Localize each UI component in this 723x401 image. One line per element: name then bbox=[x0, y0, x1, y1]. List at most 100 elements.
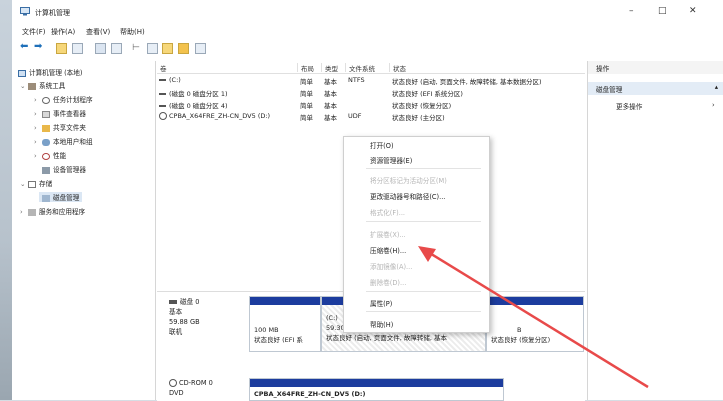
context-separator bbox=[366, 311, 481, 312]
desktop-background bbox=[0, 0, 12, 400]
computer-management-icon bbox=[20, 7, 30, 16]
column-layout[interactable]: 布局 bbox=[297, 63, 314, 73]
tree-item-system-tools[interactable]: ⌄ 系统工具 bbox=[20, 80, 65, 90]
tree-item-storage[interactable]: ⌄ 存储 bbox=[20, 178, 52, 188]
storage-icon bbox=[28, 180, 36, 188]
users-icon bbox=[42, 138, 50, 146]
refresh-icon[interactable] bbox=[147, 43, 158, 54]
context-change-drive-letter[interactable]: 更改驱动器号和路径(C)... bbox=[370, 191, 445, 201]
actions-header: 操作 bbox=[588, 61, 723, 74]
connect-icon[interactable]: ⊢ bbox=[132, 43, 143, 54]
column-status[interactable]: 状态 bbox=[389, 63, 406, 73]
volume-row[interactable]: (磁盘 0 磁盘分区 1) 简单 基本 状态良好 (EFI 系统分区) bbox=[157, 87, 585, 98]
tools-icon bbox=[28, 82, 36, 90]
context-separator bbox=[366, 221, 481, 222]
show-hide-tree-icon[interactable] bbox=[72, 43, 83, 54]
disk0-label[interactable]: 磁盘 0 基本 59.88 GB 联机 bbox=[169, 297, 200, 337]
context-separator bbox=[366, 291, 481, 292]
volume-layout: 简单 bbox=[300, 114, 313, 122]
title-bar: 计算机管理 – □ ✕ bbox=[12, 0, 723, 24]
menu-file[interactable]: 文件(F) bbox=[22, 27, 46, 37]
volume-icon bbox=[159, 105, 166, 107]
performance-icon bbox=[42, 152, 50, 160]
tree-item-root[interactable]: 计算机管理 (本地) bbox=[18, 67, 82, 77]
volume-status: 状态良好 (主分区) bbox=[392, 114, 445, 122]
maximize-button[interactable]: □ bbox=[658, 6, 667, 16]
chevron-right-icon: › bbox=[20, 208, 23, 216]
export-list-icon[interactable] bbox=[195, 43, 206, 54]
context-shrink-volume[interactable]: 压缩卷(H)... bbox=[370, 245, 406, 255]
tree-item-device-manager[interactable]: 设备管理器 bbox=[42, 164, 86, 174]
chevron-down-icon: ⌄ bbox=[20, 180, 26, 188]
volume-row[interactable]: (C:) 简单 基本 NTFS 状态良好 (启动, 页面文件, 故障转储, 基本… bbox=[157, 75, 585, 86]
disk-icon bbox=[169, 300, 177, 304]
cdrom0-label[interactable]: CD-ROM 0 DVD bbox=[169, 378, 213, 398]
search-folder-icon[interactable] bbox=[178, 43, 189, 54]
tree-item-task-scheduler[interactable]: › 任务计划程序 bbox=[34, 94, 93, 104]
chevron-right-icon: › bbox=[712, 101, 715, 109]
volume-type: 基本 bbox=[324, 90, 337, 98]
context-extend-volume: 扩展卷(X)... bbox=[370, 231, 406, 239]
forward-arrow-icon[interactable]: ➡ bbox=[34, 41, 46, 52]
open-folder-icon[interactable] bbox=[162, 43, 173, 54]
volume-status: 状态良好 (EFI 系统分区) bbox=[392, 90, 463, 98]
actions-pane: 操作 磁盘管理 ▴ 更多操作 › bbox=[587, 61, 723, 400]
partition-recovery[interactable]: B 状态良好 (恢复分区) bbox=[486, 296, 584, 352]
tree-item-disk-management[interactable]: 磁盘管理 bbox=[39, 192, 83, 202]
more-actions-link[interactable]: 更多操作 › bbox=[616, 101, 715, 111]
back-arrow-icon[interactable]: ⬅ bbox=[20, 41, 32, 52]
volume-name: CPBA_X64FRE_ZH-CN_DV5 (D:) bbox=[159, 112, 297, 120]
tree-item-local-users[interactable]: › 本地用户和组 bbox=[34, 136, 93, 146]
folder-up-icon[interactable] bbox=[56, 43, 67, 54]
window-title: 计算机管理 bbox=[35, 9, 70, 17]
volume-fs: NTFS bbox=[348, 76, 365, 84]
context-explore[interactable]: 资源管理器(E) bbox=[370, 155, 412, 165]
volume-status: 状态良好 (启动, 页面文件, 故障转储, 基本数据分区) bbox=[392, 78, 542, 86]
shared-folder-icon bbox=[42, 124, 50, 132]
context-delete-volume: 删除卷(D)... bbox=[370, 279, 407, 287]
volume-type: 基本 bbox=[324, 78, 337, 86]
chevron-down-icon: ⌄ bbox=[20, 82, 26, 90]
cd-drive-icon bbox=[169, 379, 177, 387]
volume-type: 基本 bbox=[324, 114, 337, 122]
event-viewer-icon bbox=[42, 110, 50, 118]
context-format: 格式化(F)... bbox=[370, 209, 406, 217]
volume-status: 状态良好 (恢复分区) bbox=[392, 102, 452, 110]
toolbar: ⬅ ➡ ⊢ bbox=[12, 40, 723, 58]
volume-row[interactable]: (磁盘 0 磁盘分区 4) 简单 基本 状态良好 (恢复分区) bbox=[157, 99, 585, 110]
partition-efi[interactable]: 100 MB 状态良好 (EFI 系 bbox=[249, 296, 321, 352]
column-filesystem[interactable]: 文件系统 bbox=[345, 63, 375, 73]
chevron-right-icon: › bbox=[34, 124, 37, 132]
tree-item-performance[interactable]: › 性能 bbox=[34, 150, 66, 160]
volume-layout: 简单 bbox=[300, 102, 313, 110]
device-manager-icon bbox=[42, 166, 50, 174]
computer-icon bbox=[18, 69, 26, 77]
menu-action[interactable]: 操作(A) bbox=[51, 27, 75, 37]
properties-icon[interactable] bbox=[95, 43, 106, 54]
menu-help[interactable]: 帮助(H) bbox=[120, 27, 145, 37]
close-button[interactable]: ✕ bbox=[689, 6, 697, 16]
menu-view[interactable]: 查看(V) bbox=[86, 27, 110, 37]
volume-layout: 简单 bbox=[300, 78, 313, 86]
volume-layout: 简单 bbox=[300, 90, 313, 98]
minimize-button[interactable]: – bbox=[629, 6, 634, 16]
tree-item-event-viewer[interactable]: › 事件查看器 bbox=[34, 108, 86, 118]
context-properties[interactable]: 属性(P) bbox=[370, 298, 392, 308]
navigation-tree: 计算机管理 (本地) ⌄ 系统工具 › 任务计划程序 › 事件查看器 › 共享文件夹 ›… bbox=[12, 61, 156, 400]
volume-name: (磁盘 0 磁盘分区 4) bbox=[159, 100, 295, 110]
chevron-right-icon: › bbox=[34, 110, 37, 118]
context-help[interactable]: 帮助(H) bbox=[370, 319, 393, 329]
chevron-up-icon: ▴ bbox=[714, 83, 718, 91]
disk-management-icon bbox=[42, 194, 50, 202]
volume-fs: UDF bbox=[348, 112, 362, 120]
column-type[interactable]: 类型 bbox=[321, 63, 338, 73]
actions-section-disk-management[interactable]: 磁盘管理 ▴ bbox=[588, 82, 723, 95]
column-volume[interactable]: 卷 bbox=[157, 63, 167, 73]
help-icon[interactable] bbox=[111, 43, 122, 54]
tree-item-shared-folders[interactable]: › 共享文件夹 bbox=[34, 122, 86, 132]
context-open[interactable]: 打开(O) bbox=[370, 140, 394, 150]
context-mark-active: 将分区标记为活动分区(M) bbox=[370, 177, 447, 185]
partition-cdrom[interactable]: CPBA_X64FRE_ZH-CN_DV5 (D:) bbox=[249, 378, 504, 401]
tree-item-services[interactable]: › 服务和应用程序 bbox=[20, 206, 85, 216]
volume-row[interactable]: CPBA_X64FRE_ZH-CN_DV5 (D:) 简单 基本 UDF 状态良… bbox=[157, 111, 585, 122]
